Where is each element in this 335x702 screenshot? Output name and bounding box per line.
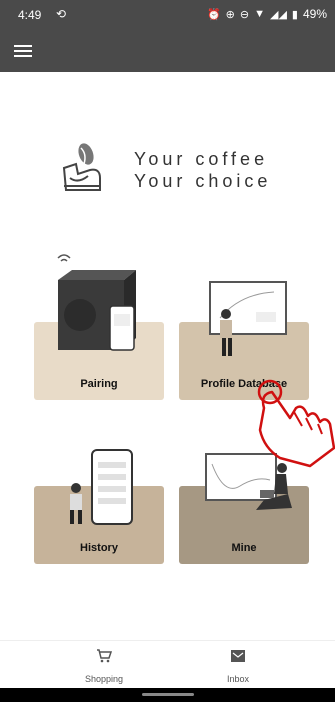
inbox-icon <box>231 650 245 662</box>
sync-icon: ⟲ <box>56 7 67 21</box>
hamburger-menu-icon[interactable] <box>14 45 32 57</box>
coffee-logo-icon <box>62 143 101 191</box>
history-label: History <box>80 542 118 554</box>
sync-icon: ⊕ <box>225 8 235 21</box>
battery-percent: 49% <box>302 7 327 21</box>
status-icons: ⏰ ⊕ ⊖ ▼ ◢◢ ▮ 49% <box>207 7 327 21</box>
tagline: Your coffee Your choice <box>134 148 271 192</box>
brand-logo: Your coffee Your choice <box>60 140 280 200</box>
app-bar <box>0 30 335 72</box>
nav-inbox[interactable]: Inbox <box>198 649 278 684</box>
nav-inbox-label: Inbox <box>226 674 250 684</box>
bottom-nav: Shopping Inbox <box>0 640 335 689</box>
status-bar: 4:49 ⟲ ⏰ ⊕ ⊖ ▼ ◢◢ ▮ 49% <box>0 0 335 30</box>
phone-list-illustration <box>70 449 133 525</box>
presentation-illustration <box>209 281 287 356</box>
battery-icon: ▮ <box>291 8 298 21</box>
cart-icon <box>97 649 113 663</box>
status-time: 4:49 <box>18 8 42 22</box>
pairing-label: Pairing <box>80 378 118 390</box>
minus-circle-icon: ⊖ <box>239 8 250 21</box>
mine-label: Mine <box>231 542 257 554</box>
system-home-bar <box>0 688 335 702</box>
wifi-icon: ▼ <box>254 8 265 20</box>
home-indicator[interactable] <box>142 693 194 696</box>
nav-shopping[interactable]: Shopping <box>64 649 144 684</box>
nav-shopping-label: Shopping <box>84 674 124 684</box>
alarm-icon: ⏰ <box>206 8 221 21</box>
tagline-line-1: Your coffee <box>134 149 269 169</box>
hand-pointer-icon <box>257 379 335 468</box>
signal-icon: ◢◢ <box>269 8 287 21</box>
tagline-line-2: Your choice <box>134 171 272 191</box>
coffee-machine-illustration <box>57 254 136 351</box>
